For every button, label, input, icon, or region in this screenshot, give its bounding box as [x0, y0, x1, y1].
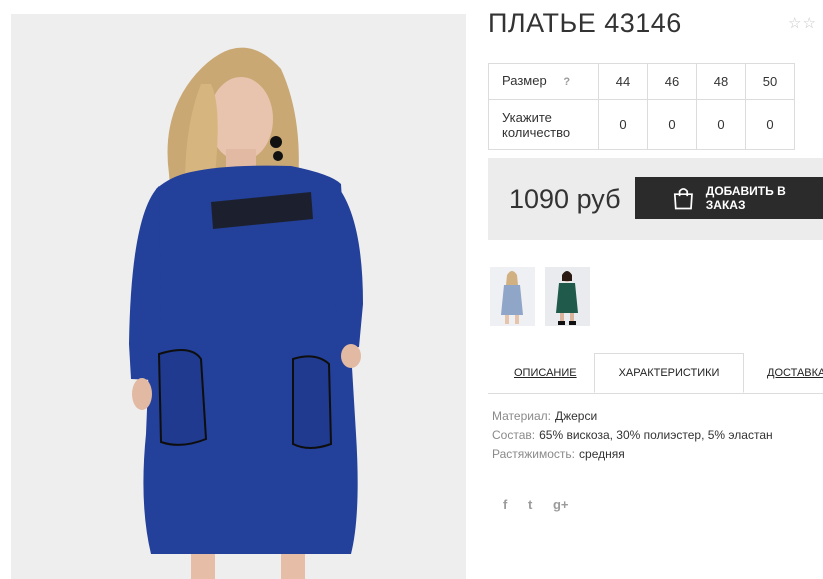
size-44: 44: [598, 63, 648, 100]
product-tabs: ОПИСАНИЕ ХАРАКТЕРИСТИКИ ДОСТАВКА: [488, 353, 823, 394]
shopping-bag-icon: [673, 188, 693, 210]
tab-characteristics[interactable]: ХАРАКТЕРИСТИКИ: [594, 353, 744, 393]
price: 1090 руб: [509, 184, 621, 214]
spec-material: Материал: Джерси: [492, 409, 598, 423]
size-quantity-table: Размер ? 44 46 48 50 Укажите количество …: [488, 63, 795, 150]
size-50: 50: [745, 63, 795, 100]
quantity-input-48[interactable]: 0: [696, 99, 746, 150]
quantity-input-46[interactable]: 0: [647, 99, 697, 150]
social-share: f t g+: [503, 497, 585, 512]
product-main-image[interactable]: [11, 14, 466, 579]
quantity-input-50[interactable]: 0: [745, 99, 795, 150]
add-to-order-button[interactable]: ДОБАВИТЬ В ЗАКАЗ: [635, 177, 823, 219]
rating-star-icon[interactable]: ☆☆: [788, 14, 817, 32]
quantity-label: Укажите количество: [488, 99, 599, 150]
specs-list: Материал: Джерси Состав: 65% вискоза, 30% …: [492, 407, 773, 464]
tab-description[interactable]: ОПИСАНИЕ: [514, 353, 577, 393]
spec-stretch: Растяжимость: средняя: [492, 447, 625, 461]
help-icon[interactable]: ?: [563, 76, 570, 88]
thumbnail-light-blue[interactable]: [490, 267, 535, 326]
spec-composition: Состав: 65% вискоза, 30% полиэстер, 5% эл…: [492, 428, 773, 442]
price-panel: 1090 руб ДОБАВИТЬ В ЗАКАЗ: [488, 158, 823, 240]
twitter-icon[interactable]: t: [528, 497, 532, 512]
tab-delivery[interactable]: ДОСТАВКА: [767, 353, 823, 393]
quantity-input-44[interactable]: 0: [598, 99, 648, 150]
size-46: 46: [647, 63, 697, 100]
facebook-icon[interactable]: f: [503, 497, 507, 512]
product-title: ПЛАТЬЕ 43146: [488, 8, 682, 38]
thumbnail-green[interactable]: [545, 267, 590, 326]
size-48: 48: [696, 63, 746, 100]
size-label: Размер ?: [488, 63, 599, 100]
google-plus-icon[interactable]: g+: [553, 497, 569, 512]
